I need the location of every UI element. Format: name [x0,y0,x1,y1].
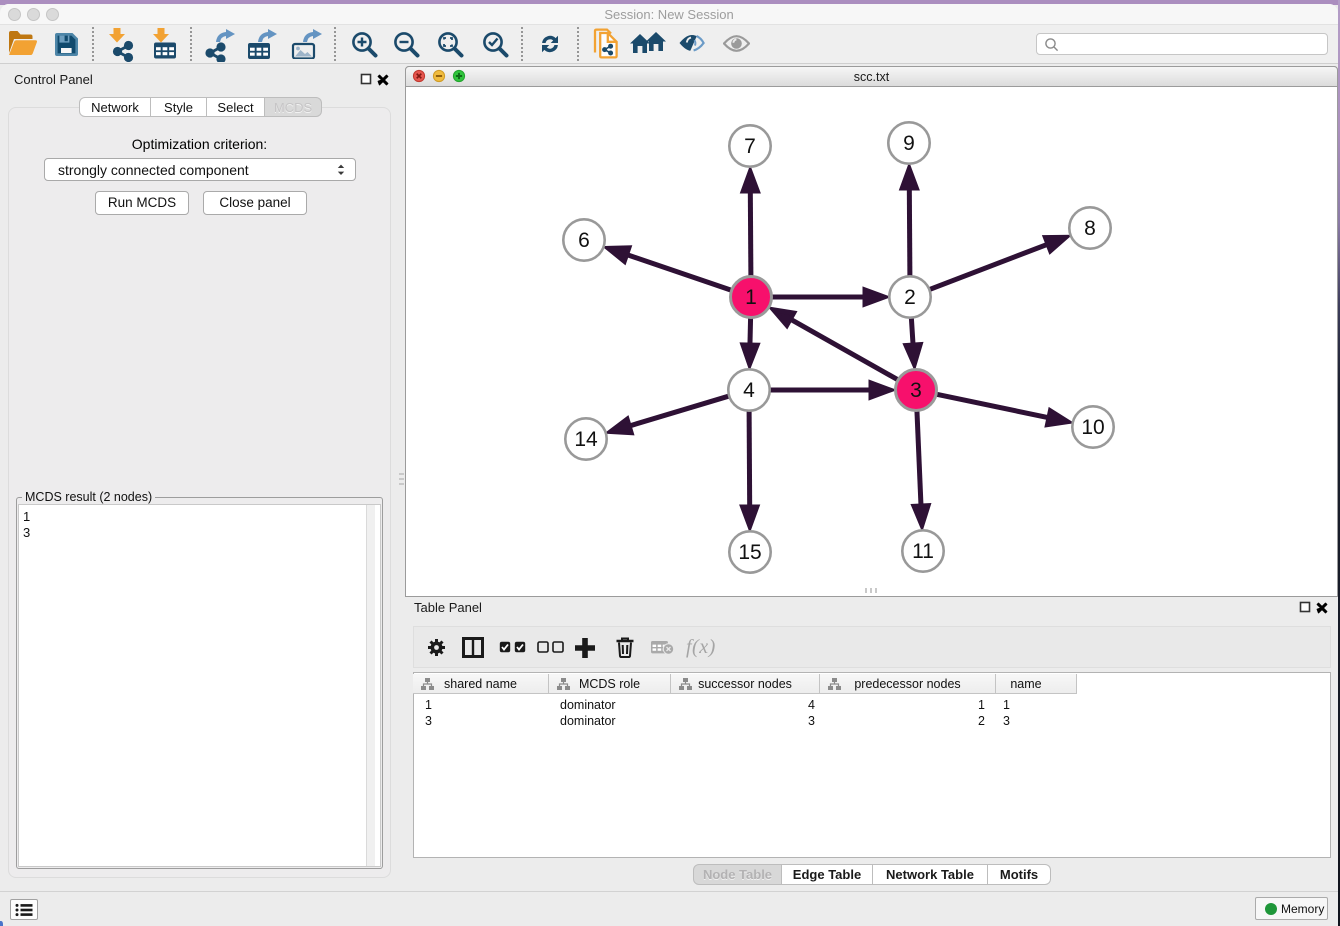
svg-text:2: 2 [904,286,916,309]
svg-text:15: 15 [738,541,761,564]
svg-text:10: 10 [1081,416,1104,439]
svg-text:6: 6 [578,229,590,252]
svg-text:3: 3 [910,379,922,402]
svg-text:9: 9 [903,132,915,155]
svg-text:11: 11 [912,540,934,563]
svg-text:14: 14 [574,428,598,451]
svg-text:7: 7 [744,135,756,158]
svg-text:8: 8 [1084,217,1096,240]
svg-text:1: 1 [745,286,757,309]
svg-text:4: 4 [743,379,755,402]
